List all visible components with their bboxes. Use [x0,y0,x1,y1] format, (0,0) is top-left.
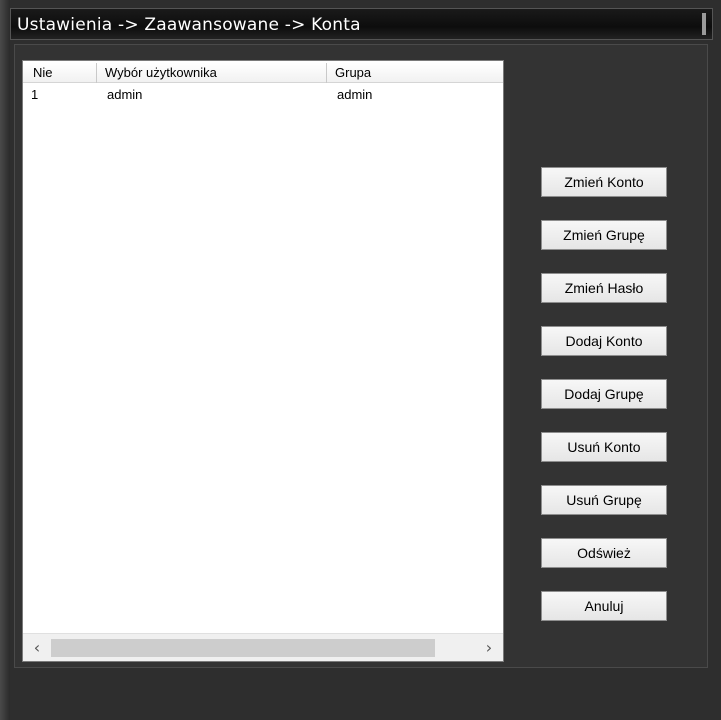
refresh-button[interactable]: Odśwież [541,538,667,568]
cell-nie: 1 [31,87,39,102]
delete-account-button[interactable]: Usuń Konto [541,432,667,462]
accounts-list[interactable]: Nie Wybór użytkownika Grupa 1 admin admi… [22,60,504,662]
scroll-right-icon[interactable]: › [479,638,499,658]
column-header-user[interactable]: Wybór użytkownika [97,63,327,83]
add-account-button[interactable]: Dodaj Konto [541,326,667,356]
scroll-left-icon[interactable]: ‹ [27,638,47,658]
cell-group: admin [337,87,373,102]
change-password-button[interactable]: Zmień Hasło [541,273,667,303]
delete-group-button[interactable]: Usuń Grupę [541,485,667,515]
title-bar: Ustawienia -> Zaawansowane -> Konta [10,8,713,40]
add-group-button[interactable]: Dodaj Grupę [541,379,667,409]
breadcrumb-title: Ustawienia -> Zaawansowane -> Konta [17,15,361,35]
table-row[interactable]: 1 admin admin [23,87,503,105]
horizontal-scrollbar[interactable]: ‹ › [23,633,503,661]
list-header: Nie Wybór użytkownika Grupa [23,63,503,83]
accounts-dialog: Ustawienia -> Zaawansowane -> Konta Nie … [0,0,721,720]
column-header-group[interactable]: Grupa [327,63,499,83]
change-group-button[interactable]: Zmień Grupę [541,220,667,250]
cancel-button[interactable]: Anuluj [541,591,667,621]
left-edge-strip [0,0,10,720]
cell-user: admin [107,87,143,102]
scroll-thumb[interactable] [51,639,435,657]
title-grip [702,13,706,35]
change-account-button[interactable]: Zmień Konto [541,167,667,197]
column-header-nie[interactable]: Nie [25,63,97,83]
